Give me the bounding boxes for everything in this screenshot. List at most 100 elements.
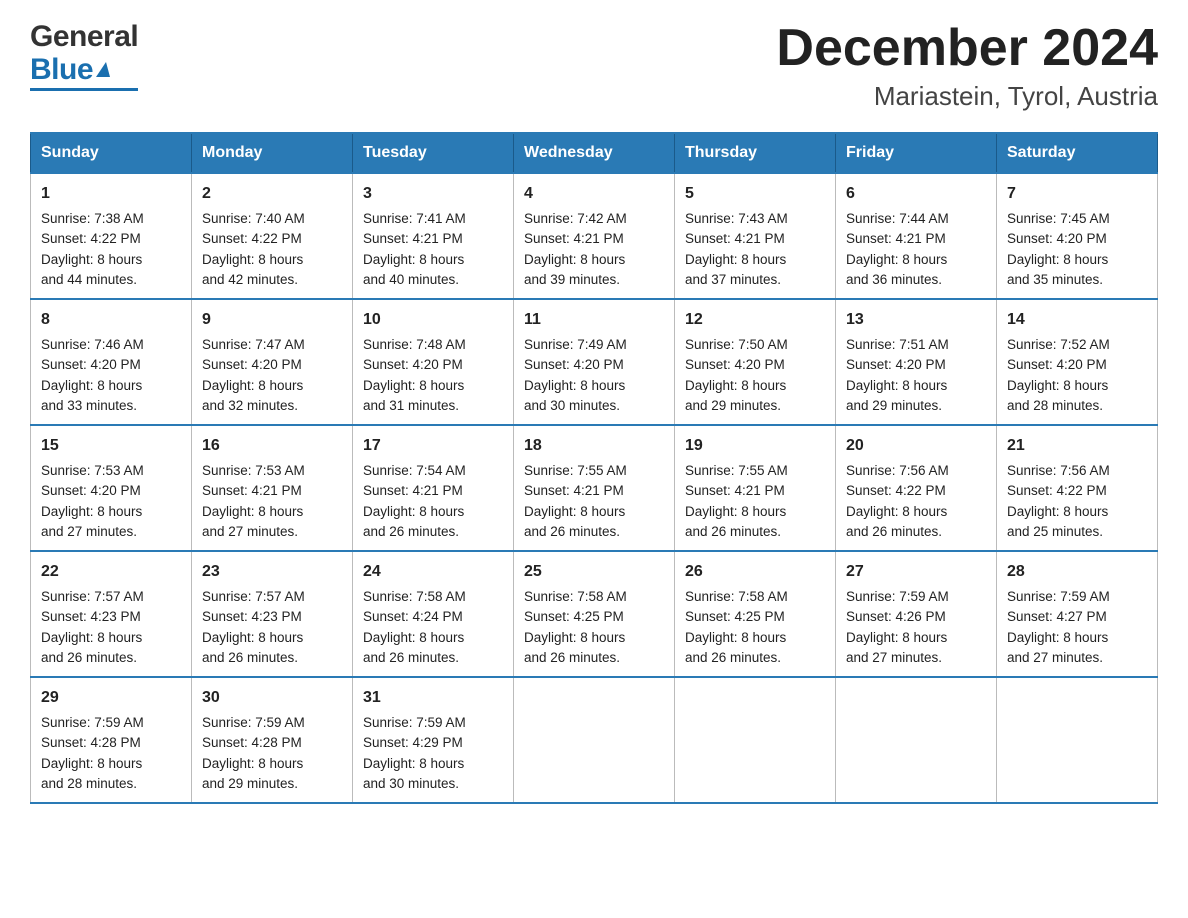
weekday-header-thursday: Thursday <box>675 133 836 173</box>
calendar-cell: 6 Sunrise: 7:44 AMSunset: 4:21 PMDaylight… <box>836 173 997 299</box>
calendar-cell: 7 Sunrise: 7:45 AMSunset: 4:20 PMDaylight… <box>997 173 1158 299</box>
day-info: Sunrise: 7:47 AMSunset: 4:20 PMDaylight:… <box>202 337 305 413</box>
day-info: Sunrise: 7:58 AMSunset: 4:25 PMDaylight:… <box>524 589 627 665</box>
day-number: 30 <box>202 686 342 710</box>
calendar-cell <box>514 677 675 803</box>
calendar-cell: 29Sunrise: 7:59 AMSunset: 4:28 PMDayligh… <box>31 677 192 803</box>
calendar-header-row: SundayMondayTuesdayWednesdayThursdayFrid… <box>31 133 1158 173</box>
calendar-cell: 20 Sunrise: 7:56 AMSunset: 4:22 PMDayligh… <box>836 425 997 551</box>
calendar-cell: 10Sunrise: 7:48 AMSunset: 4:20 PMDayligh… <box>353 299 514 425</box>
day-number: 11 <box>524 308 664 332</box>
day-number: 5 <box>685 182 825 206</box>
day-number: 20 <box>846 434 986 458</box>
day-number: 21 <box>1007 434 1147 458</box>
calendar-week-row: 29Sunrise: 7:59 AMSunset: 4:28 PMDayligh… <box>31 677 1158 803</box>
calendar-cell: 28 Sunrise: 7:59 AMSunset: 4:27 PMDayligh… <box>997 551 1158 677</box>
day-info: Sunrise: 7:59 AMSunset: 4:27 PMDaylight:… <box>1007 589 1110 665</box>
title-section: December 2024 Mariastein, Tyrol, Austria <box>776 20 1158 112</box>
calendar-week-row: 8Sunrise: 7:46 AMSunset: 4:20 PMDaylight… <box>31 299 1158 425</box>
day-info: Sunrise: 7:38 AMSunset: 4:22 PMDaylight:… <box>41 211 144 287</box>
calendar-cell: 18 Sunrise: 7:55 AMSunset: 4:21 PMDayligh… <box>514 425 675 551</box>
calendar-cell: 2 Sunrise: 7:40 AMSunset: 4:22 PMDaylight… <box>192 173 353 299</box>
calendar-cell: 15Sunrise: 7:53 AMSunset: 4:20 PMDayligh… <box>31 425 192 551</box>
calendar-cell: 8Sunrise: 7:46 AMSunset: 4:20 PMDaylight… <box>31 299 192 425</box>
day-number: 22 <box>41 560 181 584</box>
calendar-cell: 22 Sunrise: 7:57 AMSunset: 4:23 PMDayligh… <box>31 551 192 677</box>
calendar-cell: 11 Sunrise: 7:49 AMSunset: 4:20 PMDayligh… <box>514 299 675 425</box>
calendar-cell: 23Sunrise: 7:57 AMSunset: 4:23 PMDayligh… <box>192 551 353 677</box>
calendar-cell: 1Sunrise: 7:38 AMSunset: 4:22 PMDaylight… <box>31 173 192 299</box>
day-number: 12 <box>685 308 825 332</box>
calendar-cell: 9 Sunrise: 7:47 AMSunset: 4:20 PMDaylight… <box>192 299 353 425</box>
day-info: Sunrise: 7:54 AMSunset: 4:21 PMDaylight:… <box>363 463 466 539</box>
day-info: Sunrise: 7:41 AMSunset: 4:21 PMDaylight:… <box>363 211 466 287</box>
day-number: 4 <box>524 182 664 206</box>
logo-blue: Blue <box>30 53 93 86</box>
weekday-header-wednesday: Wednesday <box>514 133 675 173</box>
calendar-cell <box>836 677 997 803</box>
calendar-cell: 17Sunrise: 7:54 AMSunset: 4:21 PMDayligh… <box>353 425 514 551</box>
calendar-cell: 12 Sunrise: 7:50 AMSunset: 4:20 PMDayligh… <box>675 299 836 425</box>
calendar-cell: 4 Sunrise: 7:42 AMSunset: 4:21 PMDaylight… <box>514 173 675 299</box>
calendar-cell: 14 Sunrise: 7:52 AMSunset: 4:20 PMDayligh… <box>997 299 1158 425</box>
calendar-cell: 31 Sunrise: 7:59 AMSunset: 4:29 PMDayligh… <box>353 677 514 803</box>
day-number: 7 <box>1007 182 1147 206</box>
day-number: 8 <box>41 308 181 332</box>
day-info: Sunrise: 7:56 AMSunset: 4:22 PMDaylight:… <box>1007 463 1110 539</box>
day-info: Sunrise: 7:52 AMSunset: 4:20 PMDaylight:… <box>1007 337 1110 413</box>
day-info: Sunrise: 7:51 AMSunset: 4:20 PMDaylight:… <box>846 337 949 413</box>
calendar-cell: 16Sunrise: 7:53 AMSunset: 4:21 PMDayligh… <box>192 425 353 551</box>
calendar-week-row: 1Sunrise: 7:38 AMSunset: 4:22 PMDaylight… <box>31 173 1158 299</box>
day-info: Sunrise: 7:49 AMSunset: 4:20 PMDaylight:… <box>524 337 627 413</box>
day-number: 6 <box>846 182 986 206</box>
day-number: 24 <box>363 560 503 584</box>
calendar-cell: 24Sunrise: 7:58 AMSunset: 4:24 PMDayligh… <box>353 551 514 677</box>
logo-underline <box>30 88 138 91</box>
day-info: Sunrise: 7:55 AMSunset: 4:21 PMDaylight:… <box>685 463 788 539</box>
weekday-header-friday: Friday <box>836 133 997 173</box>
day-info: Sunrise: 7:44 AMSunset: 4:21 PMDaylight:… <box>846 211 949 287</box>
day-number: 31 <box>363 686 503 710</box>
logo-general: General <box>30 20 138 53</box>
day-info: Sunrise: 7:57 AMSunset: 4:23 PMDaylight:… <box>41 589 144 665</box>
page-header: General Blue December 2024 Mariastein, T… <box>30 20 1158 112</box>
day-info: Sunrise: 7:40 AMSunset: 4:22 PMDaylight:… <box>202 211 305 287</box>
calendar-cell <box>997 677 1158 803</box>
day-info: Sunrise: 7:56 AMSunset: 4:22 PMDaylight:… <box>846 463 949 539</box>
day-info: Sunrise: 7:55 AMSunset: 4:21 PMDaylight:… <box>524 463 627 539</box>
day-number: 26 <box>685 560 825 584</box>
day-info: Sunrise: 7:43 AMSunset: 4:21 PMDaylight:… <box>685 211 788 287</box>
month-title: December 2024 <box>776 20 1158 77</box>
logo: General Blue <box>30 20 138 91</box>
day-info: Sunrise: 7:45 AMSunset: 4:20 PMDaylight:… <box>1007 211 1110 287</box>
calendar-week-row: 22 Sunrise: 7:57 AMSunset: 4:23 PMDayligh… <box>31 551 1158 677</box>
day-info: Sunrise: 7:42 AMSunset: 4:21 PMDaylight:… <box>524 211 627 287</box>
calendar-cell: 25 Sunrise: 7:58 AMSunset: 4:25 PMDayligh… <box>514 551 675 677</box>
day-info: Sunrise: 7:50 AMSunset: 4:20 PMDaylight:… <box>685 337 788 413</box>
day-number: 25 <box>524 560 664 584</box>
calendar-cell: 13 Sunrise: 7:51 AMSunset: 4:20 PMDayligh… <box>836 299 997 425</box>
day-number: 28 <box>1007 560 1147 584</box>
day-info: Sunrise: 7:59 AMSunset: 4:29 PMDaylight:… <box>363 715 466 791</box>
day-info: Sunrise: 7:57 AMSunset: 4:23 PMDaylight:… <box>202 589 305 665</box>
calendar-cell <box>675 677 836 803</box>
weekday-header-sunday: Sunday <box>31 133 192 173</box>
weekday-header-monday: Monday <box>192 133 353 173</box>
day-info: Sunrise: 7:59 AMSunset: 4:28 PMDaylight:… <box>41 715 144 791</box>
day-number: 15 <box>41 434 181 458</box>
calendar-week-row: 15Sunrise: 7:53 AMSunset: 4:20 PMDayligh… <box>31 425 1158 551</box>
logo-triangle-icon <box>96 62 110 77</box>
calendar-cell: 27Sunrise: 7:59 AMSunset: 4:26 PMDayligh… <box>836 551 997 677</box>
day-number: 2 <box>202 182 342 206</box>
day-number: 14 <box>1007 308 1147 332</box>
calendar-cell: 19Sunrise: 7:55 AMSunset: 4:21 PMDayligh… <box>675 425 836 551</box>
day-number: 9 <box>202 308 342 332</box>
calendar-cell: 21 Sunrise: 7:56 AMSunset: 4:22 PMDayligh… <box>997 425 1158 551</box>
calendar-table: SundayMondayTuesdayWednesdayThursdayFrid… <box>30 132 1158 804</box>
calendar-cell: 26Sunrise: 7:58 AMSunset: 4:25 PMDayligh… <box>675 551 836 677</box>
day-number: 3 <box>363 182 503 206</box>
day-info: Sunrise: 7:59 AMSunset: 4:28 PMDaylight:… <box>202 715 305 791</box>
day-number: 18 <box>524 434 664 458</box>
location-title: Mariastein, Tyrol, Austria <box>776 81 1158 112</box>
day-number: 13 <box>846 308 986 332</box>
